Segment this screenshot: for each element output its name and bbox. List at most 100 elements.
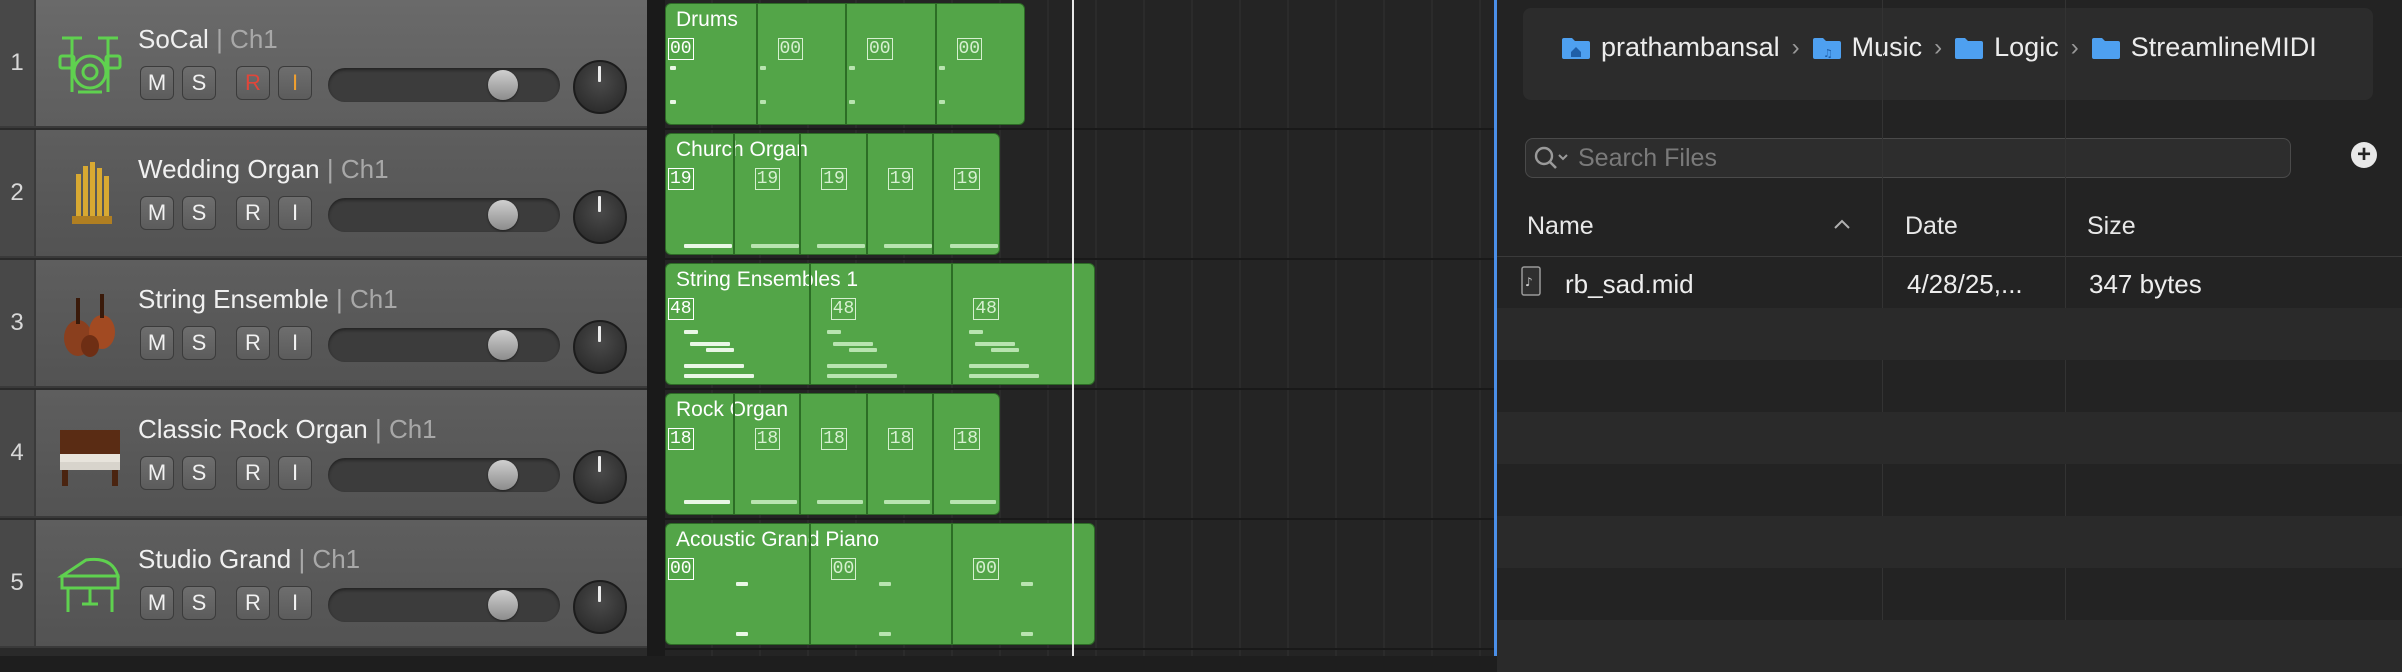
record-enable-button[interactable]: R [236,586,270,620]
solo-button[interactable]: S [182,66,216,100]
track-header[interactable]: 3 String Ensemble | Ch1 M S R I [0,260,647,388]
input-monitor-button[interactable]: I [278,456,312,490]
empty-row [1497,516,2402,568]
volume-thumb[interactable] [488,460,519,490]
volume-slider[interactable] [328,588,560,622]
organ-icon[interactable] [52,416,128,492]
track-header[interactable]: 2 Wedding Organ | Ch1 M S R I [0,130,647,258]
mute-button[interactable]: M [140,456,174,490]
drum-kit-icon[interactable] [52,26,128,102]
breadcrumb-item[interactable]: ♫ Music [1812,32,1922,63]
breadcrumb-item[interactable]: prathambansal [1561,32,1780,63]
track-name-label: Studio Grand [138,544,292,574]
search-icon[interactable] [1532,143,1572,173]
midi-note [750,244,799,248]
input-monitor-button[interactable]: I [278,326,312,360]
solo-button[interactable]: S [182,586,216,620]
strings-icon[interactable] [52,286,128,362]
solo-button[interactable]: S [182,456,216,490]
loop-marker: 19 [821,168,847,190]
midi-region[interactable]: Church Organ 19 19 19 19 19 [665,133,1000,255]
midi-note [950,244,999,248]
midi-note [969,330,984,334]
pan-knob[interactable] [573,320,627,374]
track-lane[interactable]: Drums 00 00 00 00 [665,0,1495,130]
track-lane[interactable]: Rock Organ 18 18 18 18 18 [665,390,1495,520]
track-list: 1 SoCal | Ch1 M S R I 2 Wedding Organ | … [0,0,647,656]
track-lane[interactable]: Church Organ 19 19 19 19 19 [665,130,1495,260]
volume-thumb[interactable] [488,200,519,230]
midi-region[interactable]: Rock Organ 18 18 18 18 18 [665,393,1000,515]
record-enable-button[interactable]: R [236,456,270,490]
arrange-area[interactable]: Drums 00 00 00 00 Church Organ 19 19 19 19 19 Strin… [665,0,1495,656]
midi-note [991,348,1020,352]
empty-row [1497,412,2402,464]
grand-piano-icon[interactable] [52,546,128,622]
solo-button[interactable]: S [182,196,216,230]
midi-region[interactable]: Drums 00 00 00 00 [665,3,1025,125]
track-divider[interactable] [647,0,665,656]
sort-ascending-icon[interactable] [1833,210,1851,236]
record-enable-button[interactable]: R [236,196,270,230]
solo-button[interactable]: S [182,326,216,360]
search-field[interactable] [1525,138,2291,178]
mute-button[interactable]: M [140,66,174,100]
pan-knob[interactable] [573,190,627,244]
loop-marker: 19 [668,168,694,190]
playhead[interactable] [1072,0,1074,656]
track-name[interactable]: Wedding Organ | Ch1 [138,154,389,185]
empty-row [1497,620,2402,672]
track-name[interactable]: String Ensemble | Ch1 [138,284,398,315]
loop-marker: 18 [887,428,914,450]
mute-button[interactable]: M [140,196,174,230]
loop-marker: 19 [887,168,914,190]
midi-region[interactable]: String Ensembles 1 48 48 48 [665,263,1095,385]
track-name[interactable]: SoCal | Ch1 [138,24,278,55]
track-name[interactable]: Studio Grand | Ch1 [138,544,360,575]
volume-thumb[interactable] [488,330,519,360]
pan-knob[interactable] [573,450,627,504]
track-header[interactable]: 1 SoCal | Ch1 M S R I [0,0,647,128]
file-row[interactable]: ♪ rb_sad.mid 4/28/25,... 347 bytes [1497,256,2402,308]
midi-note [849,66,855,70]
loop-boundary [932,134,935,254]
record-enable-button[interactable]: R [236,326,270,360]
mute-button[interactable]: M [140,326,174,360]
volume-thumb[interactable] [488,70,519,100]
track-channel: | Ch1 [336,284,398,314]
breadcrumb-item[interactable]: Logic [1954,32,2059,63]
record-enable-button[interactable]: R [236,66,270,100]
column-size[interactable]: Size [2087,212,2136,241]
chevron-right-icon: › [2070,33,2079,61]
music-folder-icon: ♫ [1812,37,1841,60]
chevron-right-icon: › [1934,33,1943,61]
track-header[interactable]: 5 Studio Grand | Ch1 M S R I [0,520,647,648]
column-date[interactable]: Date [1905,212,1958,241]
midi-note [684,330,698,334]
midi-note [969,374,1040,378]
pan-knob[interactable] [573,580,627,634]
midi-note [736,632,748,636]
volume-slider[interactable] [328,328,560,362]
input-monitor-button[interactable]: I [278,66,312,100]
loop-marker: 00 [956,38,983,60]
column-name[interactable]: Name [1527,212,1594,241]
pipe-organ-icon[interactable] [52,156,128,232]
volume-slider[interactable] [328,68,560,102]
pan-knob[interactable] [573,60,627,114]
track-name[interactable]: Classic Rock Organ | Ch1 [138,414,437,445]
track-lane[interactable]: Acoustic Grand Piano 00 00 00 [665,520,1495,650]
midi-region[interactable]: Acoustic Grand Piano 00 00 00 [665,523,1095,645]
volume-slider[interactable] [328,198,560,232]
track-lane[interactable]: String Ensembles 1 48 48 48 [665,260,1495,390]
input-monitor-button[interactable]: I [278,196,312,230]
breadcrumb-item[interactable]: StreamlineMIDI [2091,32,2317,63]
add-icon[interactable]: + [2351,142,2377,168]
loop-marker: 48 [830,298,857,320]
track-header[interactable]: 4 Classic Rock Organ | Ch1 M S R I [0,390,647,518]
search-input[interactable] [1576,142,2260,174]
volume-slider[interactable] [328,458,560,492]
mute-button[interactable]: M [140,586,174,620]
volume-thumb[interactable] [488,590,519,620]
input-monitor-button[interactable]: I [278,586,312,620]
